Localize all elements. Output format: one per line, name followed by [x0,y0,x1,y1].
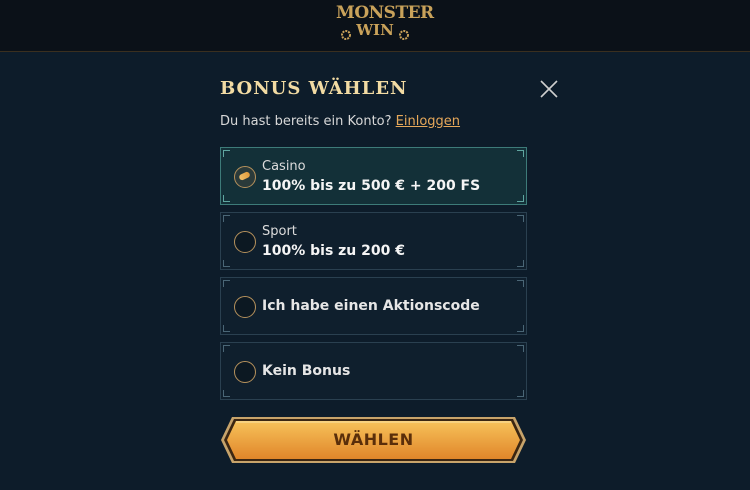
radio-button[interactable] [234,231,256,253]
login-prompt-text: Du hast bereits ein Konto? [220,114,392,129]
select-bonus-button[interactable]: WÄHLEN [220,416,527,464]
frame-corner [223,325,230,332]
bonus-option-promo-code[interactable]: Ich habe einen Aktionscode [220,277,527,335]
option-label: Kein Bonus [262,363,351,379]
radio-button[interactable] [234,296,256,318]
bonus-modal: BONUS WÄHLEN Du hast bereits ein Konto? … [220,70,560,490]
gear-icon [399,30,409,40]
frame-corner [517,215,524,222]
frame-corner [223,280,230,287]
bonus-option-no-bonus[interactable]: Kein Bonus [220,342,527,400]
top-bar: MONSTER WIN [0,0,750,52]
frame-corner [517,195,524,202]
frame-corner [223,345,230,352]
close-icon[interactable] [538,78,560,100]
option-label: Casino [262,159,306,174]
option-value: 100% bis zu 200 € [262,243,405,259]
frame-corner [517,325,524,332]
button-label: WÄHLEN [333,430,414,449]
gear-icon [341,30,351,40]
option-label: Ich habe einen Aktionscode [262,298,480,314]
frame-corner [517,280,524,287]
bonus-option-casino[interactable]: Casino 100% bis zu 500 € + 200 FS [220,147,527,205]
frame-corner [517,390,524,397]
login-link[interactable]: Einloggen [396,114,460,129]
frame-corner [517,150,524,157]
radio-button[interactable] [234,361,256,383]
frame-corner [223,195,230,202]
option-value: 100% bis zu 500 € + 200 FS [262,178,481,194]
frame-corner [517,345,524,352]
logo-line1: MONSTER [336,3,434,23]
bonus-option-sport[interactable]: Sport 100% bis zu 200 € [220,212,527,270]
frame-corner [517,260,524,267]
frame-corner [223,150,230,157]
modal-title: BONUS WÄHLEN [220,78,408,99]
monster-win-logo[interactable]: MONSTER WIN [336,3,434,47]
radio-selected[interactable] [234,166,256,188]
frame-corner [223,260,230,267]
frame-corner [223,390,230,397]
option-label: Sport [262,224,297,239]
login-prompt: Du hast bereits ein Konto? Einloggen [220,114,460,129]
frame-corner [223,215,230,222]
